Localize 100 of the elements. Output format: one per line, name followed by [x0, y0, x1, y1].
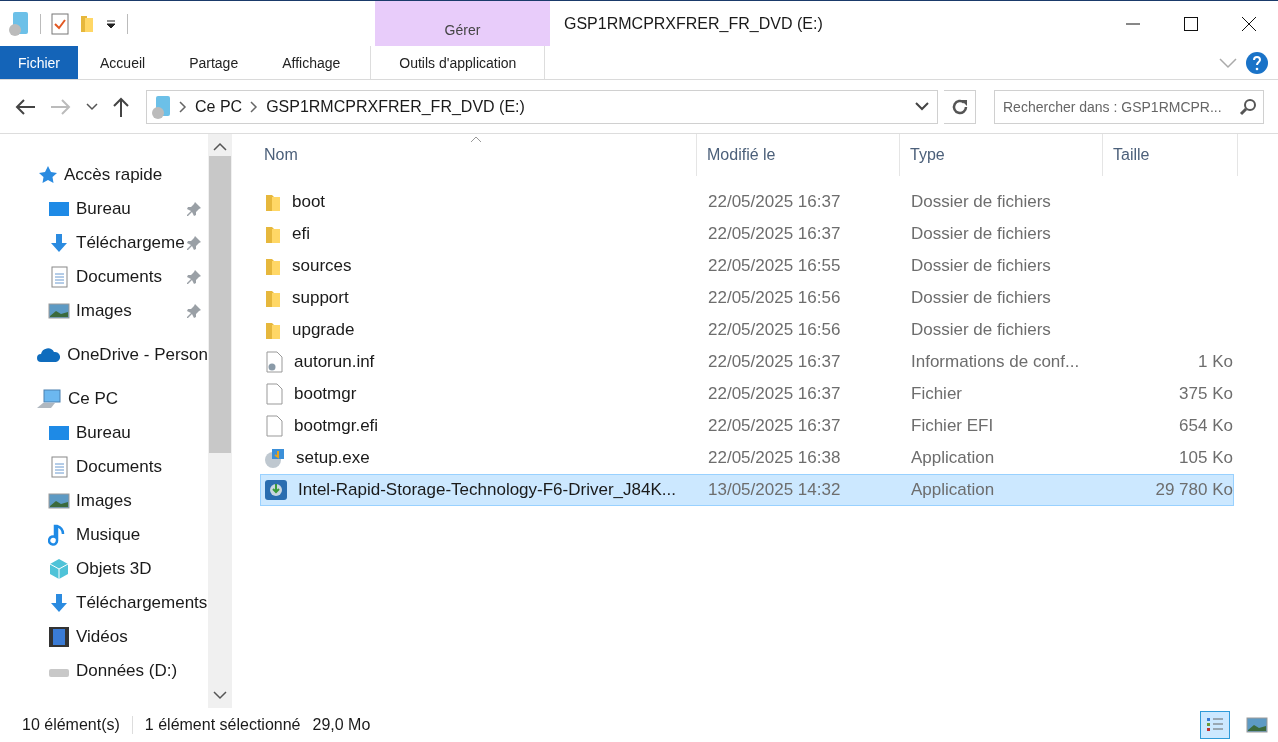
file-row[interactable]: bootmgr 22/05/2025 16:37 Fichier 375 Ko — [260, 378, 1234, 410]
desktop-icon — [48, 424, 70, 442]
details-view-button[interactable] — [1200, 711, 1230, 739]
file-name: efi — [292, 224, 310, 244]
type-cell-text: Fichier — [910, 384, 963, 404]
file-row[interactable]: sources 22/05/2025 16:55 Dossier de fichiers — [260, 250, 1234, 282]
scrollbar-thumb[interactable] — [209, 156, 231, 453]
column-header[interactable]: Modifié le — [697, 134, 900, 176]
nav-item[interactable]: Accès rapide — [0, 158, 208, 192]
selection-size: 29,0 Mo — [312, 716, 371, 734]
nav-item[interactable]: Téléchargements — [0, 586, 208, 620]
column-header[interactable]: Nom — [260, 134, 697, 176]
file-icon — [264, 383, 284, 405]
nav-item[interactable]: Musique — [0, 518, 208, 552]
nav-item[interactable]: Bureau — [0, 192, 208, 226]
ribbon-tab[interactable]: Affichage — [260, 46, 363, 79]
file-tab[interactable]: Fichier — [0, 46, 78, 79]
folder-icon — [264, 320, 282, 340]
type-cell-text: Application — [910, 480, 996, 500]
file-row[interactable]: bootmgr.efi 22/05/2025 16:37 Fichier EFI 654 Ko — [260, 410, 1234, 442]
ribbon-tab[interactable]: Partage — [167, 46, 261, 79]
nav-item[interactable]: Données (D:) — [0, 654, 208, 688]
nav-item[interactable]: Ce PC — [0, 382, 208, 416]
type-cell-text: Informations de conf... — [910, 352, 1081, 372]
size-cell-text: 375 Ko — [1178, 384, 1234, 404]
folder-icon — [264, 224, 282, 244]
refresh-button[interactable] — [944, 89, 976, 124]
thumbnail-image-icon[interactable] — [1246, 717, 1268, 733]
maximize-icon[interactable] — [1183, 15, 1199, 32]
dropdown-caret-icon[interactable] — [105, 17, 117, 30]
date-cell-text: 22/05/2025 16:56 — [707, 320, 842, 340]
breadcrumb[interactable]: Ce PC — [195, 97, 243, 116]
column-header[interactable]: Taille — [1103, 134, 1238, 176]
nav-item[interactable]: OneDrive - Person — [0, 338, 208, 372]
size-cell-text: 29 780 Ko — [1154, 480, 1234, 500]
type-cell-text: Dossier de fichiers — [910, 224, 1052, 244]
type-cell-text: Dossier de fichiers — [910, 256, 1052, 276]
file-row[interactable]: upgrade 22/05/2025 16:56 Dossier de fichiers — [260, 314, 1234, 346]
image-icon — [48, 302, 70, 320]
film-icon — [48, 626, 70, 648]
document-icon — [48, 266, 70, 288]
download-arrow-icon — [48, 233, 70, 253]
drive-icon[interactable] — [8, 10, 30, 37]
file-name: support — [292, 288, 349, 308]
nav-item[interactable]: Vidéos — [0, 620, 208, 654]
date-cell-text: 22/05/2025 16:37 — [707, 192, 842, 212]
cloud-icon — [36, 346, 62, 364]
scroll-down-icon[interactable] — [213, 690, 227, 700]
date-cell-text: 22/05/2025 16:56 — [707, 288, 842, 308]
window-title: GSP1RMCPRXFRER_FR_DVD (E:) — [563, 13, 824, 34]
installer-icon — [264, 479, 288, 501]
file-name: boot — [292, 192, 326, 212]
ribbon-tab[interactable]: Accueil — [78, 46, 168, 79]
download-arrow-icon — [48, 593, 70, 613]
setup-icon — [264, 447, 286, 469]
size-cell-text: 105 Ko — [1178, 448, 1234, 468]
file-row[interactable]: efi 22/05/2025 16:37 Dossier de fichiers — [260, 218, 1234, 250]
file-icon — [264, 415, 284, 437]
search-icon — [1239, 97, 1257, 116]
scrollbar[interactable] — [208, 134, 232, 708]
folder-icon — [264, 192, 282, 212]
nav-item[interactable]: Images — [0, 484, 208, 518]
date-cell-text: 22/05/2025 16:37 — [707, 384, 842, 404]
refresh-icon[interactable] — [950, 97, 969, 116]
nav-item[interactable]: Téléchargeme — [0, 226, 208, 260]
date-cell-text: 22/05/2025 16:55 — [707, 256, 842, 276]
type-cell-text: Fichier EFI — [910, 416, 995, 436]
file-row[interactable]: setup.exe 22/05/2025 16:38 Application 105 Ko — [260, 442, 1234, 474]
drive-icon — [151, 94, 171, 119]
properties-icon[interactable] — [51, 12, 69, 35]
file-name: setup.exe — [296, 448, 370, 468]
close-icon[interactable] — [1241, 15, 1257, 32]
item-count: 10 élément(s) — [22, 716, 120, 734]
nav-item[interactable]: Objets 3D — [0, 552, 208, 586]
type-cell-text: Dossier de fichiers — [910, 320, 1052, 340]
file-row[interactable]: Intel-Rapid-Storage-Technology-F6-Driver_J84K... 13/05/2025 14:32 Application 29 780 Ko — [260, 474, 1234, 506]
context-tab-header: Gérer — [375, 1, 550, 46]
ribbon-tab[interactable]: Outils d'application — [370, 46, 546, 79]
computer-icon — [36, 388, 62, 410]
nav-item[interactable]: Documents — [0, 260, 208, 294]
file-row[interactable]: boot 22/05/2025 16:37 Dossier de fichiers — [260, 186, 1234, 218]
date-cell-text: 22/05/2025 16:38 — [707, 448, 842, 468]
search-box[interactable]: Rechercher dans : GSP1RMCPR... — [994, 89, 1264, 124]
file-name: bootmgr — [294, 384, 357, 404]
document-icon — [48, 456, 70, 478]
nav-item[interactable]: Bureau — [0, 416, 208, 450]
settings-file-icon — [264, 351, 284, 373]
file-name: Intel-Rapid-Storage-Technology-F6-Driver_J84K... — [298, 480, 676, 500]
folder-icon — [264, 256, 282, 276]
address-bar[interactable]: Ce PC GSP1RMCPRXFRER_FR_DVD (E:) — [146, 89, 938, 124]
file-row[interactable]: support 22/05/2025 16:56 Dossier de fichiers — [260, 282, 1234, 314]
dropdown-chevron-icon[interactable] — [915, 101, 929, 112]
nav-item[interactable]: Images — [0, 294, 208, 328]
column-header[interactable]: Type — [900, 134, 1103, 176]
nav-item[interactable]: Documents — [0, 450, 208, 484]
breadcrumb[interactable]: GSP1RMCPRXFRER_FR_DVD (E:) — [266, 97, 525, 116]
file-row[interactable]: autorun.inf 22/05/2025 16:37 Informations de conf... 1 Ko — [260, 346, 1234, 378]
scroll-up-icon[interactable] — [213, 142, 227, 152]
selection-status: 1 élément sélectionné — [144, 716, 301, 734]
date-cell-text: 13/05/2025 14:32 — [707, 480, 842, 500]
